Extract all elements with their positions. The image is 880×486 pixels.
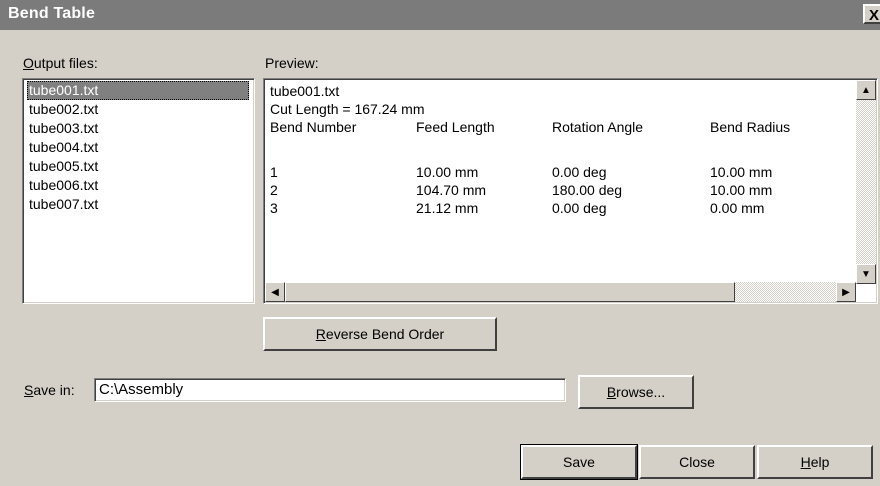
- close-window-button[interactable]: X: [863, 4, 880, 24]
- arrow-right-icon: ▶: [842, 286, 850, 298]
- table-cell: 3: [270, 200, 278, 216]
- close-button[interactable]: Close: [639, 445, 755, 479]
- column-header-feed-length: Feed Length: [416, 119, 495, 135]
- output-files-list[interactable]: tube001.txt tube002.txt tube003.txt tube…: [22, 78, 255, 304]
- scroll-left-button[interactable]: ◀: [265, 282, 285, 302]
- table-cell: 104.70 mm: [416, 182, 487, 198]
- table-cell: 0.00 mm: [710, 200, 765, 216]
- list-item[interactable]: tube006.txt: [27, 176, 100, 195]
- table-cell: 10.00 mm: [416, 164, 479, 180]
- table-cell: 0.00 deg: [552, 200, 607, 216]
- scroll-down-button[interactable]: ▼: [856, 264, 876, 284]
- list-item[interactable]: tube002.txt: [27, 100, 100, 119]
- table-cell: 1: [270, 164, 278, 180]
- preview-pane[interactable]: tube001.txt Cut Length = 167.24 mm Bend …: [263, 78, 878, 304]
- save-button[interactable]: Save: [520, 444, 638, 480]
- table-cell: 180.00 deg: [552, 182, 623, 198]
- table-cell: 21.12 mm: [416, 200, 479, 216]
- preview-filename: tube001.txt: [270, 83, 340, 99]
- help-button[interactable]: Help: [757, 445, 873, 479]
- arrow-up-icon: ▲: [861, 84, 871, 96]
- browse-button-label: Browse...: [606, 384, 666, 400]
- vertical-scrollbar[interactable]: [856, 80, 876, 284]
- save-in-field[interactable]: C:\Assembly: [94, 378, 566, 402]
- list-item[interactable]: tube003.txt: [27, 119, 100, 138]
- table-cell: 2: [270, 182, 278, 198]
- preview-cut-length: Cut Length = 167.24 mm: [270, 101, 425, 117]
- scroll-up-button[interactable]: ▲: [856, 80, 876, 100]
- column-header-bend-radius: Bend Radius: [710, 119, 791, 135]
- browse-button[interactable]: Browse...: [578, 375, 694, 409]
- save-in-label: Save in:: [24, 382, 75, 398]
- column-header-bend-number: Bend Number: [270, 119, 357, 135]
- table-cell: 10.00 mm: [710, 164, 773, 180]
- list-item[interactable]: tube001.txt: [27, 81, 249, 100]
- reverse-bend-order-button[interactable]: Reverse Bend Order: [263, 317, 497, 351]
- window-title: Bend Table: [8, 5, 96, 22]
- list-item[interactable]: tube004.txt: [27, 138, 100, 157]
- title-bar: [0, 0, 880, 30]
- table-cell: 0.00 deg: [552, 164, 607, 180]
- output-files-label: Output files:: [23, 55, 98, 71]
- scroll-right-button[interactable]: ▶: [836, 282, 856, 302]
- help-button-label: Help: [800, 454, 830, 470]
- arrow-left-icon: ◀: [271, 286, 279, 298]
- list-item[interactable]: tube005.txt: [27, 157, 100, 176]
- preview-label: Preview:: [265, 55, 319, 71]
- column-header-rotation-angle: Rotation Angle: [552, 119, 644, 135]
- reverse-button-label: Reverse Bend Order: [315, 326, 445, 342]
- horizontal-scroll-thumb[interactable]: [285, 282, 735, 302]
- table-cell: 10.00 mm: [710, 182, 773, 198]
- list-item[interactable]: tube007.txt: [27, 195, 100, 214]
- arrow-down-icon: ▼: [861, 268, 871, 280]
